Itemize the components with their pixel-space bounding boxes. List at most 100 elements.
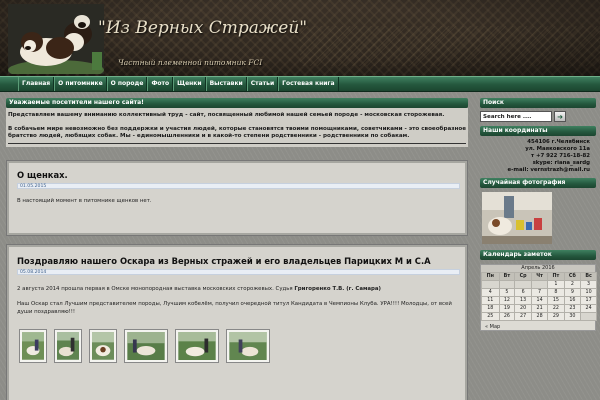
calendar-weekday: Пн	[481, 272, 500, 281]
calendar-day: 17	[580, 296, 597, 305]
calendar-day: 14	[530, 296, 549, 305]
contact-skype: skype: riana_sardg	[532, 160, 590, 166]
calendar-day: 2	[563, 280, 582, 289]
calendar-day: 4	[481, 288, 500, 297]
photo-thumbnail	[22, 332, 44, 360]
nav-item-articles[interactable]: Статьи	[246, 77, 279, 91]
main-column: Уважаемые посетители нашего сайта! Предс…	[6, 98, 468, 147]
calendar-day: 8	[547, 288, 565, 297]
gallery-thumb[interactable]	[19, 329, 47, 363]
calendar-day: 13	[514, 296, 532, 305]
calendar-widget: Апрель 2016 Пн Вт Ср Чт Пт Сб Вс 1 2 3 4…	[480, 264, 597, 331]
photo-gallery	[19, 329, 270, 363]
gallery-thumb[interactable]	[124, 329, 168, 363]
photo-thumbnail	[178, 332, 216, 360]
random-photo[interactable]	[482, 192, 552, 244]
post-title[interactable]: Поздравляю нашего Оскара из Верных страж…	[17, 256, 431, 266]
calendar-day: 19	[498, 304, 516, 313]
calendar-day: 16	[563, 296, 582, 305]
nav-item-home[interactable]: Главная	[18, 77, 55, 91]
nav-item-guestbook[interactable]: Гостевая книга	[278, 77, 339, 91]
post-date: 01.05.2015	[17, 183, 460, 189]
gallery-thumb[interactable]	[226, 329, 270, 363]
calendar-day: 1	[547, 280, 565, 289]
nav-item-photo[interactable]: Фото	[147, 77, 174, 91]
main-navigation: Главная О питомнике О породе Фото Щенки …	[0, 76, 600, 92]
photo-thumbnail	[127, 332, 165, 360]
welcome-paragraph-1: Представляем вашему вниманию коллективны…	[8, 112, 445, 118]
calendar-day: 7	[530, 288, 549, 297]
welcome-divider	[8, 142, 466, 144]
calendar-day: 5	[498, 288, 516, 297]
calendar-day: 3	[580, 280, 597, 289]
search-button[interactable]: ➜	[554, 111, 566, 122]
gallery-thumb[interactable]	[89, 329, 117, 363]
post-text-congrats: Наш Оскар стал Лучшим представителем пор…	[17, 301, 452, 315]
post-date: 05.08.2014	[17, 269, 460, 275]
search-heading: Поиск	[480, 98, 596, 108]
photo-thumbnail	[57, 332, 79, 360]
calendar-day: 9	[563, 288, 582, 297]
nav-item-shows[interactable]: Выставки	[205, 77, 247, 91]
search-form: ➜	[480, 111, 596, 122]
calendar-day: 11	[481, 296, 500, 305]
calendar-day	[530, 280, 549, 289]
calendar-weekday: Чт	[530, 272, 549, 281]
post-text: В настоящий момент в питомнике щенков не…	[17, 198, 152, 204]
calendar-weekday: Вт	[498, 272, 516, 281]
gallery-thumb[interactable]	[175, 329, 219, 363]
nav-item-puppies[interactable]: Щенки	[173, 77, 206, 91]
calendar-prev-link[interactable]: « Мар	[481, 321, 595, 330]
calendar-day: 30	[563, 312, 582, 321]
nav-item-about-kennel[interactable]: О питомнике	[54, 77, 107, 91]
calendar-day: 28	[530, 312, 549, 321]
calendar-day: 27	[514, 312, 532, 321]
sidebar: Поиск ➜ Наши координаты 454106 г.Челябин…	[480, 98, 597, 331]
welcome-heading: Уважаемые посетители нашего сайта!	[6, 98, 468, 108]
calendar-table: Пн Вт Ср Чт Пт Сб Вс 1 2 3 4 5 6 7 8 9 1…	[481, 272, 597, 321]
calendar-weekday: Ср	[514, 272, 532, 281]
gallery-thumb[interactable]	[54, 329, 82, 363]
calendar-day	[481, 280, 500, 289]
calendar-day: 25	[481, 312, 500, 321]
random-photo-heading: Случайная фотография	[480, 178, 596, 188]
calendar-day	[580, 312, 597, 321]
contacts-block: 454106 г.Челябинск ул. Маяковского 11а т…	[480, 136, 596, 178]
welcome-paragraph-2: В собачьем мире невозможно без поддержки…	[8, 125, 466, 140]
post-puppies: О щенках. 01.05.2015 В настоящий момент …	[6, 160, 468, 236]
calendar-day	[514, 280, 532, 289]
calendar-day: 6	[514, 288, 532, 297]
post-judge-name: Григоренко Т.В. (г. Самара)	[294, 286, 382, 292]
post-text-intro: 2 августа 2014 прошла первая в Омске мон…	[17, 286, 293, 292]
search-input[interactable]	[480, 111, 552, 122]
calendar-day: 29	[547, 312, 565, 321]
photo-thumbnail	[92, 332, 114, 360]
dogs-header-photo	[8, 4, 104, 74]
nav-item-about-breed[interactable]: О породе	[106, 77, 148, 91]
site-subtitle: Частный племенной питомник FCI	[118, 58, 263, 67]
site-header: "Из Верных Стражей" Частный племенной пи…	[0, 0, 600, 78]
calendar-weekday: Сб	[563, 272, 582, 281]
site-title: "Из Верных Стражей"	[98, 18, 308, 38]
calendar-day: 18	[481, 304, 500, 313]
calendar-day: 26	[498, 312, 516, 321]
calendar-day: 22	[547, 304, 565, 313]
post-oskar: Поздравляю нашего Оскара из Верных страж…	[6, 244, 468, 400]
photo-thumbnail	[229, 332, 267, 360]
post-title[interactable]: О щенках.	[17, 170, 68, 180]
calendar-day: 10	[580, 288, 597, 297]
calendar-day: 24	[580, 304, 597, 313]
calendar-day	[498, 280, 516, 289]
contact-email[interactable]: e-mail: vernstrazh@mail.ru	[480, 167, 590, 174]
contacts-heading: Наши координаты	[480, 126, 596, 136]
calendar-weekday: Вс	[580, 272, 597, 281]
arrow-right-icon: ➜	[557, 112, 563, 121]
calendar-day: 20	[514, 304, 532, 313]
calendar-weekday: Пт	[547, 272, 565, 281]
contact-phone: т +7 922 716-18-82	[530, 153, 590, 159]
contact-address: 454106 г.Челябинск	[527, 139, 590, 145]
contact-street: ул. Маяковского 11а	[525, 146, 590, 152]
calendar-day: 15	[547, 296, 565, 305]
calendar-month: Апрель 2016	[481, 265, 595, 272]
calendar-day: 21	[530, 304, 549, 313]
